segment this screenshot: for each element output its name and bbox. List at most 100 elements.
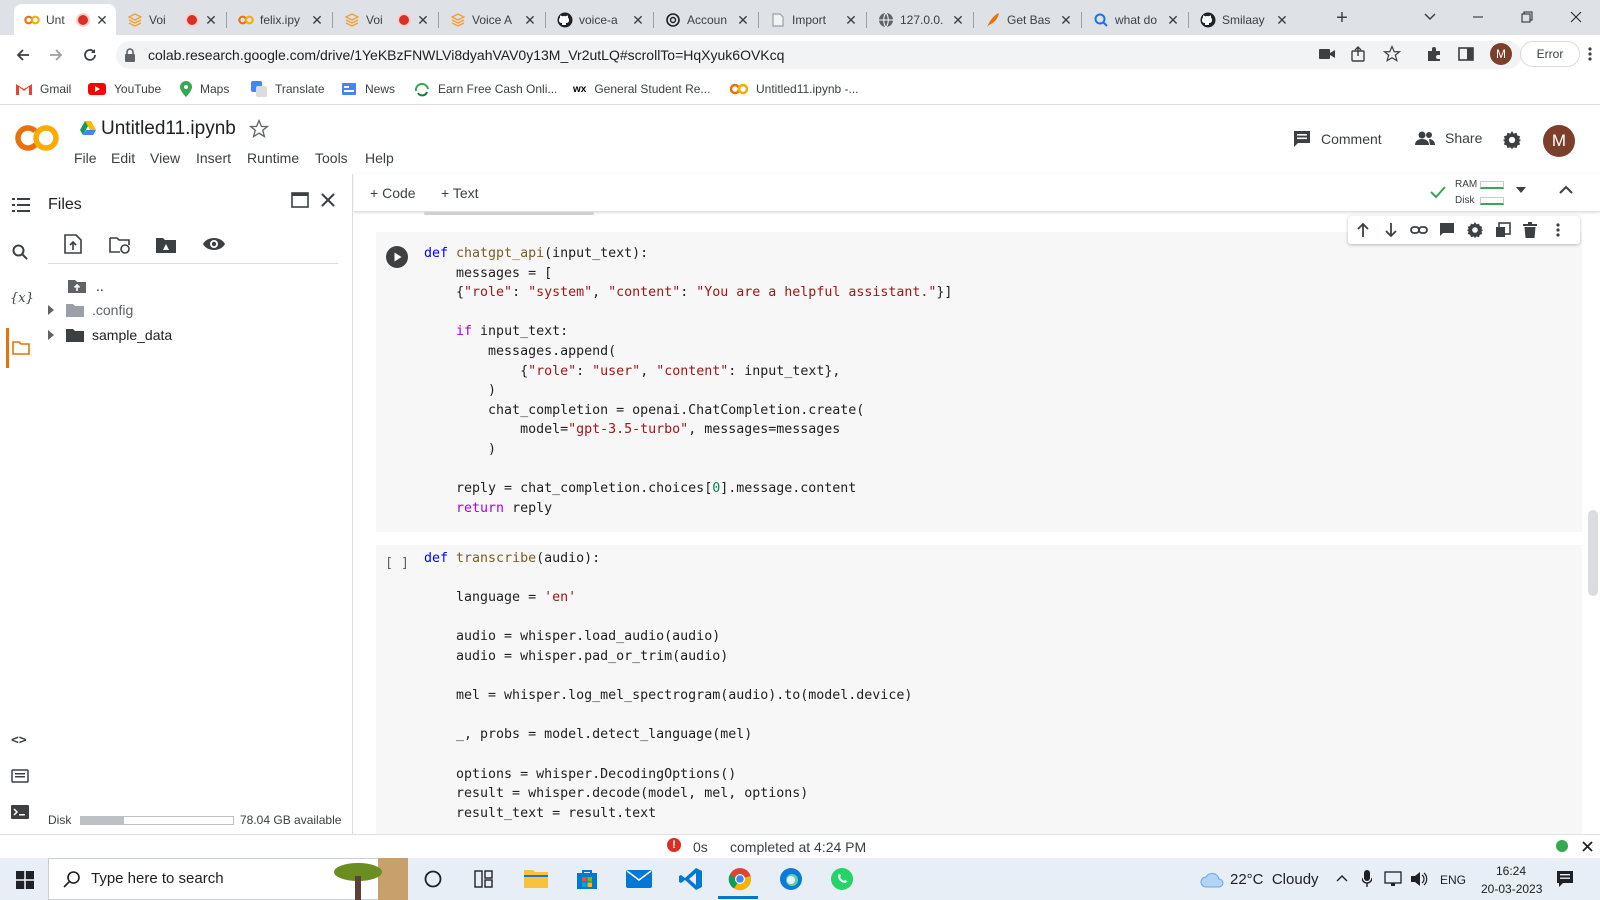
tree-item-sample-data[interactable]: sample_data — [48, 327, 172, 343]
folder-icon[interactable] — [12, 341, 30, 355]
run-cell-button[interactable] — [386, 246, 408, 268]
window-restore-button[interactable] — [1519, 9, 1535, 25]
forward-arrow-icon[interactable] — [46, 45, 66, 65]
tree-item-config[interactable]: .config — [48, 302, 133, 318]
share-button[interactable]: Share — [1415, 130, 1482, 146]
star-icon[interactable] — [249, 119, 269, 139]
tab-close-icon[interactable]: ✕ — [735, 12, 751, 28]
browser-tab[interactable]: 127.0.0. ✕ — [868, 4, 972, 35]
show-hidden-eye-icon[interactable] — [202, 236, 226, 252]
browser-tab[interactable]: Get Bas ✕ — [975, 4, 1080, 35]
tab-close-icon[interactable]: ✕ — [522, 12, 538, 28]
add-text-button[interactable]: + Text — [441, 185, 479, 201]
menu-insert[interactable]: Insert — [196, 150, 231, 166]
extensions-puzzle-icon[interactable] — [1426, 46, 1442, 62]
disk-meter[interactable] — [1480, 197, 1504, 205]
camera-icon[interactable] — [1318, 47, 1336, 61]
url-text[interactable]: colab.research.google.com/drive/1YeKBzFN… — [148, 47, 784, 63]
collapse-header-icon[interactable] — [1559, 185, 1573, 195]
weather-text[interactable]: 22°C Cloudy — [1230, 871, 1319, 888]
chrome-menu-icon[interactable] — [1588, 46, 1592, 62]
tab-close-icon[interactable]: ✕ — [203, 12, 219, 28]
expand-caret-icon[interactable] — [48, 305, 54, 315]
browser-tab[interactable]: Voi ✕ — [117, 4, 225, 35]
delete-cell-icon[interactable] — [1523, 222, 1537, 238]
code-snippets-icon[interactable]: <> — [11, 733, 27, 748]
cell-execution-count[interactable]: [ ] — [385, 556, 409, 571]
file-explorer-icon[interactable] — [524, 868, 548, 888]
clock-date[interactable]: 20-03-2023 — [1481, 882, 1542, 896]
bookmark-earn-free-cash[interactable]: Earn Free Cash Onli... — [414, 79, 557, 99]
cell-settings-gear-icon[interactable] — [1467, 222, 1483, 238]
clock-time[interactable]: 16:24 — [1496, 864, 1526, 878]
menu-tools[interactable]: Tools — [315, 150, 348, 166]
tab-close-icon[interactable]: ✕ — [309, 12, 325, 28]
menu-runtime[interactable]: Runtime — [247, 150, 299, 166]
tab-close-icon[interactable]: ✕ — [630, 12, 646, 28]
tab-close-icon[interactable]: ✕ — [1165, 12, 1181, 28]
browser-tab[interactable]: Unt ✕ — [14, 4, 116, 35]
language-indicator[interactable]: ENG — [1440, 873, 1466, 887]
bookmark-translate[interactable]: Translate — [251, 79, 325, 99]
completed-status[interactable]: completed at 4:24 PM — [730, 839, 866, 855]
browser-tab[interactable]: Voi ✕ — [334, 4, 437, 35]
share-page-icon[interactable] — [1350, 46, 1366, 62]
windows-start-icon[interactable] — [16, 871, 34, 889]
comment-button[interactable]: Comment — [1293, 130, 1382, 148]
error-status-icon[interactable]: ! — [667, 838, 681, 852]
cortana-icon[interactable] — [424, 870, 442, 888]
volume-icon[interactable] — [1410, 871, 1428, 887]
bookmark-maps[interactable]: Maps — [180, 79, 229, 99]
bookmark-gmail[interactable]: Gmail — [16, 79, 71, 99]
tab-close-icon[interactable]: ✕ — [843, 12, 859, 28]
colab-logo-icon[interactable] — [14, 124, 60, 152]
microsoft-store-icon[interactable] — [576, 868, 598, 890]
weather-cloud-icon[interactable] — [1200, 872, 1224, 888]
new-tab-button[interactable]: + — [1330, 6, 1354, 30]
upload-file-icon[interactable] — [64, 234, 82, 254]
chrome-icon[interactable] — [728, 867, 752, 891]
tab-search-chevron-icon[interactable] — [1422, 8, 1438, 24]
elapsed-time[interactable]: 0s — [693, 839, 708, 855]
bookmark-general-student[interactable]: wx General Student Re... — [573, 79, 710, 99]
notifications-icon[interactable] — [1556, 870, 1574, 888]
menu-edit[interactable]: Edit — [111, 150, 135, 166]
browser-tab[interactable]: Accoun ✕ — [655, 4, 757, 35]
tray-chevron-up-icon[interactable] — [1336, 874, 1348, 882]
side-panel-icon[interactable] — [1458, 46, 1474, 62]
whatsapp-icon[interactable] — [830, 867, 854, 891]
browser-tab[interactable]: felix.ipy ✕ — [228, 4, 331, 35]
mail-icon[interactable] — [626, 870, 652, 888]
account-avatar[interactable]: M — [1543, 125, 1575, 157]
profile-avatar[interactable]: M — [1490, 43, 1512, 65]
window-minimize-button[interactable] — [1470, 9, 1486, 25]
cell-more-menu-icon[interactable] — [1556, 222, 1560, 238]
bookmark-news[interactable]: News — [341, 79, 395, 99]
vscode-icon[interactable] — [679, 867, 703, 891]
reload-icon[interactable] — [80, 45, 100, 65]
menu-view[interactable]: View — [150, 150, 180, 166]
browser-tab[interactable]: Smilaay ✕ — [1190, 4, 1296, 35]
browser-tab[interactable]: Import ✕ — [760, 4, 865, 35]
error-chip[interactable]: Error — [1520, 41, 1580, 67]
browser-tab[interactable]: voice-a ✕ — [547, 4, 652, 35]
microphone-icon[interactable] — [1362, 870, 1372, 888]
variables-icon[interactable]: {x} — [10, 291, 34, 306]
browser-tab[interactable]: what do ✕ — [1083, 4, 1187, 35]
bookmark-youtube[interactable]: YouTube — [88, 79, 161, 99]
menu-file[interactable]: File — [74, 150, 97, 166]
edge-icon[interactable] — [779, 867, 803, 891]
add-code-button[interactable]: + Code — [370, 185, 416, 201]
task-view-icon[interactable] — [474, 870, 494, 888]
tab-close-icon[interactable]: ✕ — [415, 12, 431, 28]
add-comment-icon[interactable] — [1439, 222, 1455, 238]
tab-close-icon[interactable]: ✕ — [1058, 12, 1074, 28]
resources-dropdown-icon[interactable] — [1516, 187, 1526, 193]
move-cell-up-icon[interactable] — [1356, 222, 1370, 238]
settings-gear-icon[interactable] — [1503, 131, 1521, 149]
notebook-scrollbar-thumb[interactable] — [1588, 510, 1598, 596]
mirror-cell-icon[interactable] — [1495, 222, 1511, 238]
refresh-folder-icon[interactable] — [109, 236, 131, 254]
search-icon[interactable] — [12, 244, 28, 260]
expand-caret-icon[interactable] — [48, 330, 54, 340]
